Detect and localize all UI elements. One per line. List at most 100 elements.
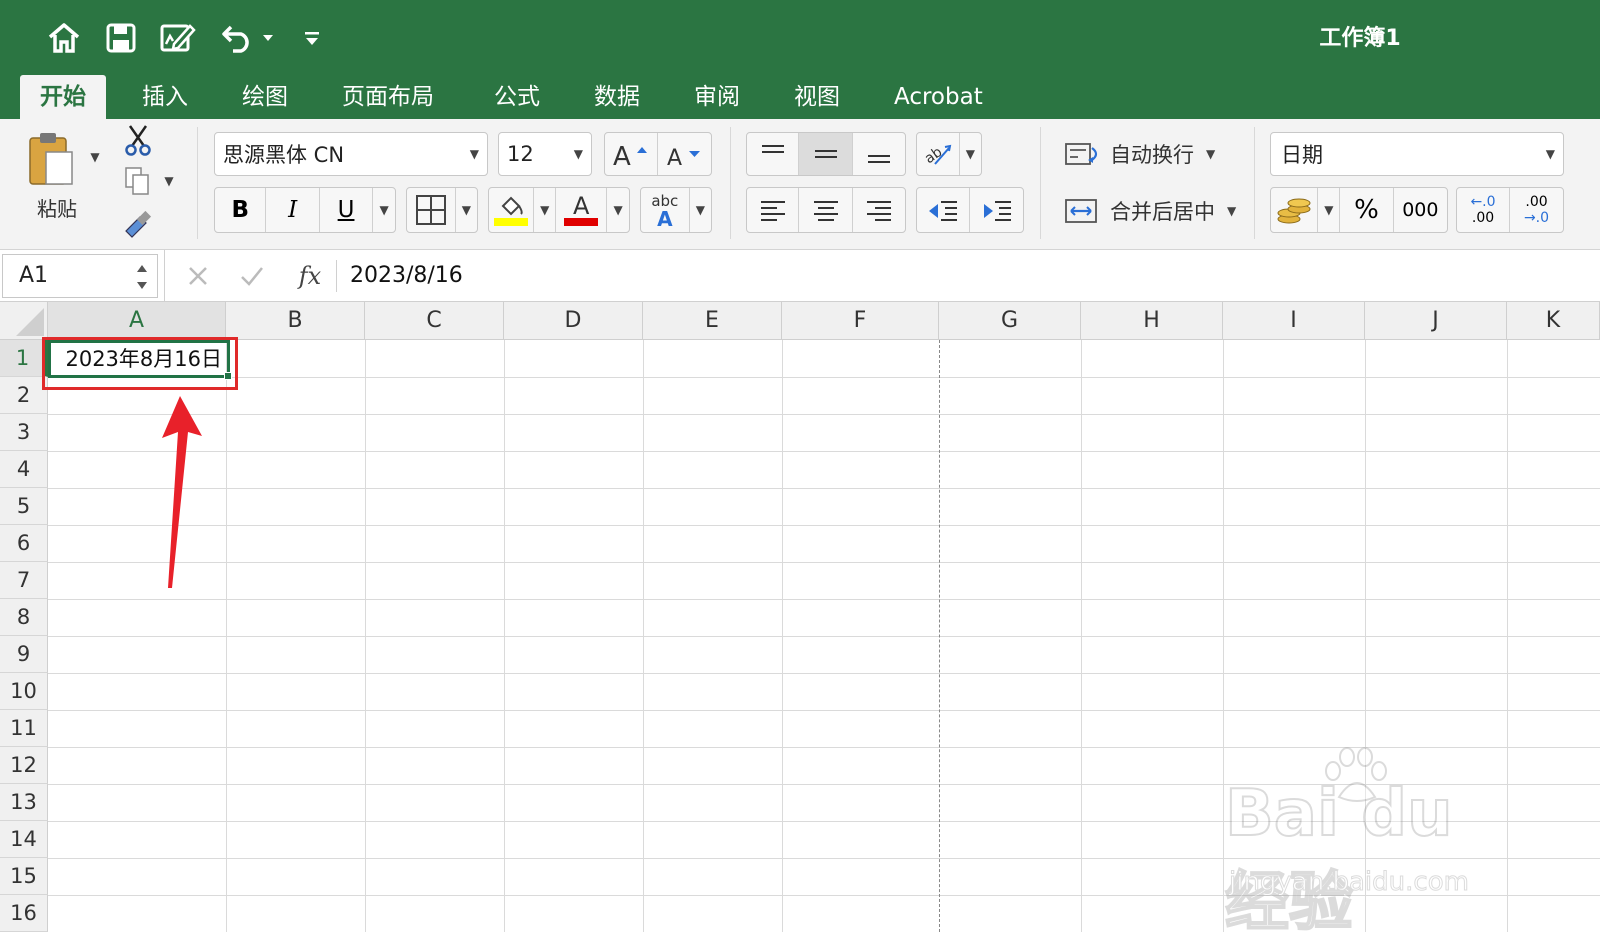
increase-decimal-button[interactable]: ←.0 .00 [1457,188,1511,232]
grid-line [48,451,1600,452]
column-header[interactable]: E [643,302,782,340]
home-icon[interactable] [44,18,84,58]
row-header[interactable]: 3 [0,414,48,451]
edit-document-icon[interactable] [158,18,198,58]
row-header[interactable]: 2 [0,377,48,414]
align-right-icon[interactable] [853,188,905,232]
text-effects-group: abc A ▼ [640,187,712,233]
accounting-format-icon[interactable] [1271,188,1319,232]
paste-label[interactable]: 粘贴 [28,193,86,221]
select-all-button[interactable] [0,302,48,340]
decrease-decimal-button[interactable]: .00 →.0 [1510,188,1563,232]
confirm-entry-icon[interactable] [236,260,268,292]
grid-line [48,525,1600,526]
column-header[interactable]: G [939,302,1081,340]
orientation-dropdown-icon[interactable]: ▼ [960,133,981,175]
font-name-select[interactable]: 思源黑体 CN ▼ [214,132,488,176]
tab-acrobat[interactable]: Acrobat [874,75,1003,119]
fill-color-icon[interactable] [489,188,535,232]
ribbon-separator [1254,127,1255,239]
annotation-arrow-icon [162,396,202,588]
column-header[interactable]: K [1507,302,1600,340]
align-top-icon[interactable] [747,133,800,175]
decrease-font-size-icon[interactable]: A [658,133,711,175]
tab-data[interactable]: 数据 [574,75,660,119]
column-header[interactable]: C [365,302,504,340]
name-box-stepper-icon [137,265,147,289]
font-size-select[interactable]: 12 ▼ [498,132,592,176]
row-header[interactable]: 15 [0,858,48,895]
increase-indent-icon[interactable] [970,188,1023,232]
number-format-select[interactable]: 日期 ▼ [1270,132,1564,176]
row-header[interactable]: 8 [0,599,48,636]
tab-draw[interactable]: 绘图 [222,75,308,119]
text-orientation-icon[interactable]: ab [917,133,960,175]
row-header[interactable]: 13 [0,784,48,821]
insert-function-button[interactable]: fx [292,258,328,294]
tab-page-layout[interactable]: 页面布局 [322,75,454,119]
column-header[interactable]: D [504,302,643,340]
paste-dropdown-icon[interactable]: ▼ [88,149,102,165]
row-header[interactable]: 12 [0,747,48,784]
column-header[interactable]: B [226,302,365,340]
align-center-icon[interactable] [799,188,853,232]
column-header[interactable]: I [1223,302,1365,340]
decrease-indent-icon[interactable] [917,188,971,232]
row-header[interactable]: 9 [0,636,48,673]
formula-input[interactable]: 2023/8/16 [350,250,463,302]
text-effects-dropdown-icon[interactable]: ▼ [690,188,711,232]
comma-style-button[interactable]: 000 [1394,188,1447,232]
wrap-text-button[interactable]: 自动换行 ▼ [1064,134,1244,174]
column-header[interactable]: J [1365,302,1507,340]
tab-formulas[interactable]: 公式 [474,75,560,119]
row-header[interactable]: 7 [0,562,48,599]
underline-dropdown-icon[interactable]: ▼ [373,188,395,232]
fill-color-dropdown-icon[interactable]: ▼ [534,188,557,232]
borders-dropdown-icon[interactable]: ▼ [456,188,477,232]
row-header[interactable]: 14 [0,821,48,858]
font-color-icon[interactable]: A [556,188,608,232]
align-left-icon[interactable] [747,188,800,232]
save-icon[interactable] [102,18,140,58]
borders-button-group: ▼ [406,187,478,233]
format-painter-icon[interactable] [120,207,156,241]
merge-center-button[interactable]: 合并后居中 ▼ [1064,191,1244,231]
italic-button[interactable]: I [266,188,320,232]
tab-view[interactable]: 视图 [774,75,860,119]
copy-dropdown-icon[interactable]: ▼ [162,173,176,189]
row-header[interactable]: 11 [0,710,48,747]
cut-icon[interactable] [122,123,154,157]
borders-icon[interactable] [407,188,456,232]
column-header[interactable]: A [48,302,226,340]
align-bottom-icon[interactable] [853,133,905,175]
percent-style-button[interactable]: % [1340,188,1394,232]
row-header[interactable]: 6 [0,525,48,562]
undo-dropdown-icon[interactable] [258,18,278,58]
row-header[interactable]: 1 [0,340,48,377]
svg-text:A: A [613,142,631,169]
row-header[interactable]: 16 [0,895,48,932]
increase-font-size-icon[interactable]: A [605,133,659,175]
copy-icon[interactable] [122,165,152,197]
column-header[interactable]: F [782,302,939,340]
row-header[interactable]: 10 [0,673,48,710]
page-break-line [939,340,940,932]
row-header[interactable]: 4 [0,451,48,488]
align-middle-icon[interactable] [799,133,853,175]
tab-insert[interactable]: 插入 [122,75,208,119]
name-box[interactable]: A1 [2,254,158,298]
customize-toolbar-icon[interactable] [298,18,326,58]
bold-button[interactable]: B [215,188,267,232]
tab-review[interactable]: 审阅 [674,75,760,119]
undo-icon[interactable] [218,18,258,58]
column-header[interactable]: H [1081,302,1223,340]
title-bar: 工作簿1 [0,0,1600,75]
row-header[interactable]: 5 [0,488,48,525]
text-effects-icon[interactable]: abc A [641,188,690,232]
accounting-dropdown-icon[interactable]: ▼ [1318,188,1341,232]
paste-icon[interactable] [20,129,82,189]
tab-home[interactable]: 开始 [20,75,106,119]
underline-button[interactable]: U [320,188,374,232]
cancel-entry-icon[interactable] [182,260,214,292]
font-color-dropdown-icon[interactable]: ▼ [607,188,629,232]
